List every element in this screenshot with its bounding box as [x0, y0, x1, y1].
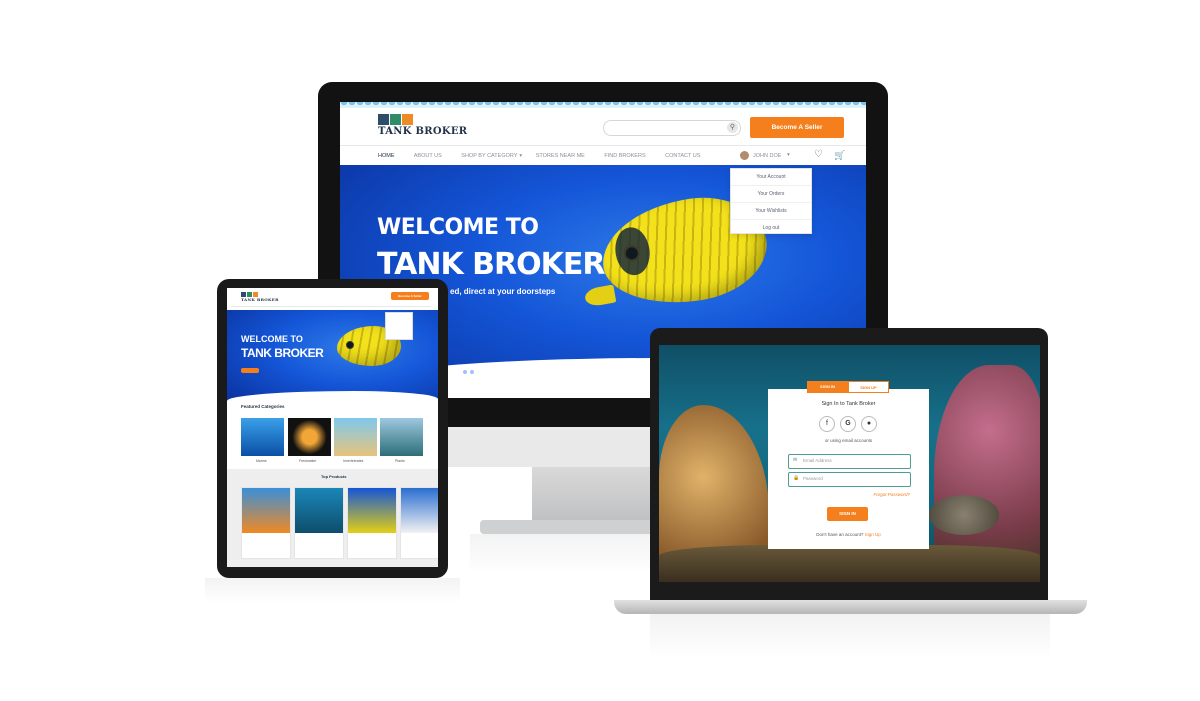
search-icon[interactable]: ⚲ — [727, 122, 738, 133]
nav-contact-us[interactable]: CONTACT US — [665, 153, 700, 159]
category-image-freshwater[interactable] — [288, 418, 331, 456]
laptop-base — [614, 600, 1087, 614]
laptop-reflection — [650, 614, 1050, 659]
or-email-text: or using email accounts — [824, 438, 873, 443]
google-icon[interactable]: G — [840, 416, 856, 432]
nav-divider — [231, 306, 431, 307]
main-nav: HOME ABOUT US SHOP BY CATEGORY ▾ STORES N… — [378, 153, 718, 159]
email-field[interactable]: ✉ Email Address — [788, 454, 911, 469]
envelope-icon: ✉ — [793, 457, 798, 463]
header-divider — [340, 145, 866, 146]
product-card[interactable] — [347, 487, 397, 559]
signup-prompt: Don't have an account? Sign Up — [768, 532, 929, 537]
sign-up-link[interactable]: Sign Up — [865, 532, 881, 537]
login-card: SIGN IN SIGN UP Sign In to Tank Broker f… — [768, 381, 929, 549]
category-image-invertebrates[interactable] — [334, 418, 377, 456]
logo-text: TANK BROKER — [241, 297, 279, 302]
facebook-icon[interactable]: f — [819, 416, 835, 432]
user-name[interactable]: JOHN DOE — [753, 153, 781, 159]
monitor-stand — [532, 467, 656, 523]
laptop-screen: SIGN IN SIGN UP Sign In to Tank Broker f… — [659, 345, 1040, 582]
menu-item-log-out[interactable]: Log out — [731, 220, 811, 236]
product-card[interactable] — [241, 487, 291, 559]
menu-item-your-wishlists[interactable]: Your Wishlists — [731, 203, 811, 220]
chevron-down-icon: ▾ — [787, 152, 790, 158]
user-dropdown-menu — [385, 312, 413, 340]
hero-cta-button[interactable] — [241, 368, 259, 373]
become-seller-button[interactable]: Become A Seller — [391, 292, 429, 300]
product-card[interactable] — [400, 487, 438, 559]
hero-title-line1: WELCOME TO — [377, 215, 539, 240]
cart-icon[interactable]: 🛒 — [834, 150, 845, 161]
sea-turtle — [929, 495, 999, 535]
category-image-plants[interactable] — [380, 418, 423, 456]
reef-floor — [659, 545, 1040, 582]
sign-in-button[interactable]: SIGN IN — [827, 507, 868, 521]
featured-categories-title: Featured Categories — [241, 404, 285, 409]
tab-sign-up[interactable]: SIGN UP — [848, 381, 889, 393]
hero-subtitle: ed, direct at your doorsteps — [450, 287, 556, 296]
top-products-title: Top Products — [321, 474, 347, 479]
product-card[interactable] — [294, 487, 344, 559]
logo-tiles-icon — [378, 114, 413, 125]
category-label-invertebrates: Invertebrates — [343, 459, 364, 463]
login-title: Sign In to Tank Broker — [821, 401, 876, 407]
top-products-section: Top Products — [227, 469, 438, 567]
password-field[interactable]: 🔒 Password — [788, 472, 911, 487]
avatar[interactable] — [740, 151, 749, 160]
hero-title-line2: TANK BROKER — [241, 346, 324, 360]
category-image-marine[interactable] — [241, 418, 284, 456]
nav-stores-near-me[interactable]: STORES NEAR ME — [536, 153, 585, 159]
logo-text: TANK BROKER — [378, 126, 468, 137]
nav-find-brokers[interactable]: FIND BROKERS — [604, 153, 645, 159]
apple-icon[interactable]: ● — [861, 416, 877, 432]
tab-sign-in[interactable]: SIGN IN — [807, 381, 848, 393]
tablet-screen: TANK BROKER Become A Seller WELCOME TO T… — [227, 288, 438, 567]
user-dropdown-menu: Your Account Your Orders Your Wishlists … — [730, 168, 812, 234]
category-label-freshwater: Freshwater — [299, 459, 317, 463]
tablet-reflection — [205, 578, 460, 603]
wishlist-heart-icon[interactable]: ♡ — [814, 149, 823, 160]
nav-home[interactable]: HOME — [378, 153, 395, 159]
nav-about-us[interactable]: ABOUT US — [414, 153, 442, 159]
email-placeholder: Email Address — [803, 458, 832, 463]
lock-icon: 🔒 — [793, 475, 800, 481]
become-seller-button[interactable]: Become A Seller — [750, 117, 844, 138]
brand-logo[interactable]: TANK BROKER — [241, 292, 279, 302]
carousel-dots[interactable] — [456, 361, 477, 379]
menu-item-your-account[interactable]: Your Account — [731, 169, 811, 186]
hero-title-line2: TANK BROKER — [377, 247, 605, 282]
menu-item-your-orders[interactable]: Your Orders — [731, 186, 811, 203]
chevron-down-icon: ▾ — [519, 153, 523, 159]
brand-logo[interactable]: TANK BROKER — [378, 114, 467, 137]
category-label-plants: Plants — [395, 459, 405, 463]
fish-snout — [583, 284, 617, 308]
category-label-marine: Marine — [256, 459, 267, 463]
search-input[interactable]: ⚲ — [603, 120, 741, 136]
password-placeholder: Password — [803, 476, 823, 481]
forgot-password-link[interactable]: Forgot Password? — [873, 492, 910, 497]
no-account-text: Don't have an account? — [816, 532, 864, 537]
hero-title-line1: WELCOME TO — [241, 334, 303, 344]
nav-shop-by-category[interactable]: SHOP BY CATEGORY — [461, 153, 517, 159]
top-border-decoration — [340, 102, 866, 108]
hero-wave — [227, 391, 438, 405]
